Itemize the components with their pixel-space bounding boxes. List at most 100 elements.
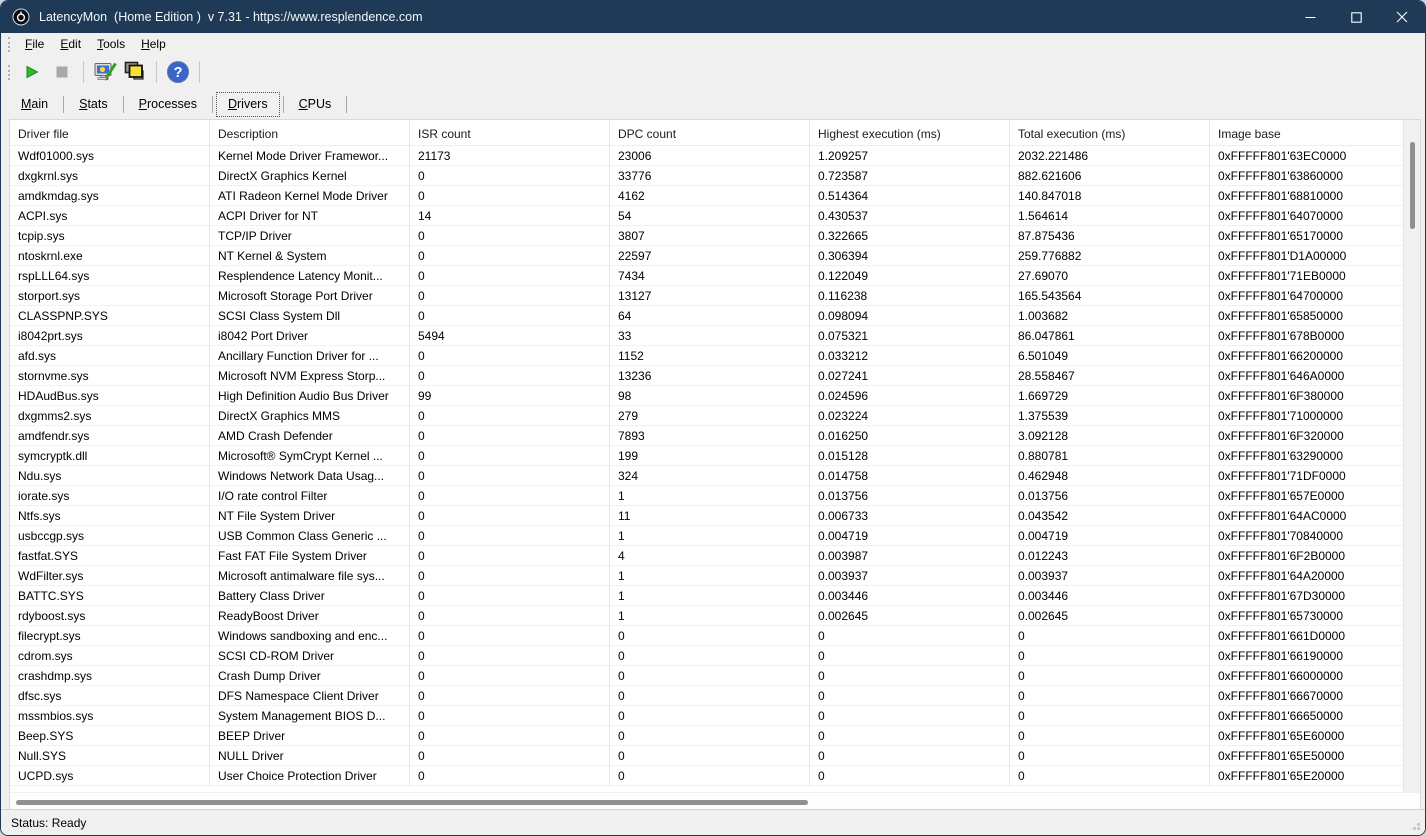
tab-stats[interactable]: Stats bbox=[67, 92, 120, 117]
table-row[interactable]: BATTC.SYS Battery Class Driver 0 1 0.003446 0… bbox=[10, 586, 1403, 606]
cell-image: 0xFFFFF801'646A0000 bbox=[1210, 366, 1403, 386]
cell-dpc: 3807 bbox=[610, 226, 810, 246]
cell-desc: SCSI CD-ROM Driver bbox=[210, 646, 410, 666]
cell-total: 0 bbox=[1010, 666, 1210, 686]
table-row[interactable]: WdFilter.sys Microsoft antimalware file s… bbox=[10, 566, 1403, 586]
cell-image: 0xFFFFF801'65E60000 bbox=[1210, 726, 1403, 746]
cell-desc: Microsoft Storage Port Driver bbox=[210, 286, 410, 306]
cell-file: amdfendr.sys bbox=[10, 426, 210, 446]
horizontal-scrollbar-thumb[interactable] bbox=[16, 800, 808, 805]
menubar-gripper[interactable] bbox=[8, 36, 12, 52]
table-row[interactable]: Wdf01000.sys Kernel Mode Driver Framewor.… bbox=[10, 146, 1403, 166]
tools-button[interactable] bbox=[90, 58, 120, 86]
cell-image: 0xFFFFF801'67D30000 bbox=[1210, 586, 1403, 606]
cell-total: 0 bbox=[1010, 646, 1210, 666]
vertical-scrollbar[interactable] bbox=[1403, 120, 1420, 792]
table-row[interactable]: rspLLL64.sys Resplendence Latency Monit..… bbox=[10, 266, 1403, 286]
cell-dpc: 0 bbox=[610, 666, 810, 686]
table-row[interactable]: usbccgp.sys USB Common Class Generic ... 0… bbox=[10, 526, 1403, 546]
table-row[interactable]: HDAudBus.sys High Definition Audio Bus Dr… bbox=[10, 386, 1403, 406]
cell-highest: 0.322665 bbox=[810, 226, 1010, 246]
maximize-button[interactable] bbox=[1333, 1, 1379, 33]
cell-file: storport.sys bbox=[10, 286, 210, 306]
table-row[interactable]: iorate.sys I/O rate control Filter 0 1 0.013… bbox=[10, 486, 1403, 506]
cell-isr: 0 bbox=[410, 606, 610, 626]
table-row[interactable]: afd.sys Ancillary Function Driver for ...… bbox=[10, 346, 1403, 366]
menu-edit[interactable]: Edit bbox=[52, 34, 89, 55]
horizontal-scrollbar[interactable] bbox=[10, 792, 1420, 810]
start-monitor-button[interactable] bbox=[17, 58, 47, 86]
tab-main[interactable]: Main bbox=[9, 92, 60, 117]
resize-grip[interactable] bbox=[1410, 820, 1420, 830]
table-row[interactable]: Beep.SYS BEEP Driver 0 0 0 0 0xFFFFF801'65E600… bbox=[10, 726, 1403, 746]
table-row[interactable]: storport.sys Microsoft Storage Port Drive… bbox=[10, 286, 1403, 306]
table-row[interactable]: Null.SYS NULL Driver 0 0 0 0 0xFFFFF801'65E500… bbox=[10, 746, 1403, 766]
header-description[interactable]: Description bbox=[210, 120, 410, 146]
windows-stack-button[interactable] bbox=[120, 58, 150, 86]
window-controls bbox=[1287, 1, 1425, 33]
cell-dpc: 0 bbox=[610, 766, 810, 786]
table-row[interactable]: dfsc.sys DFS Namespace Client Driver 0 0 0 0 0… bbox=[10, 686, 1403, 706]
table-row[interactable]: dxgkrnl.sys DirectX Graphics Kernel 0 33776… bbox=[10, 166, 1403, 186]
toolbar-gripper[interactable] bbox=[8, 64, 12, 80]
table-row[interactable]: ntoskrnl.exe NT Kernel & System 0 22597 0.30… bbox=[10, 246, 1403, 266]
table-row[interactable]: rdyboost.sys ReadyBoost Driver 0 1 0.002645 0… bbox=[10, 606, 1403, 626]
cell-total: 1.564614 bbox=[1010, 206, 1210, 226]
cell-image: 0xFFFFF801'65E20000 bbox=[1210, 766, 1403, 786]
menu-file[interactable]: File bbox=[17, 34, 52, 55]
cell-highest: 0.003937 bbox=[810, 566, 1010, 586]
app-icon bbox=[12, 8, 30, 26]
table-row[interactable]: Ndu.sys Windows Network Data Usag... 0 324 0… bbox=[10, 466, 1403, 486]
table-row[interactable]: stornvme.sys Microsoft NVM Express Storp.… bbox=[10, 366, 1403, 386]
table-row[interactable]: cdrom.sys SCSI CD-ROM Driver 0 0 0 0 0xFFFFF80… bbox=[10, 646, 1403, 666]
cell-dpc: 1 bbox=[610, 526, 810, 546]
cell-file: cdrom.sys bbox=[10, 646, 210, 666]
table-row[interactable]: tcpip.sys TCP/IP Driver 0 3807 0.322665 87.87… bbox=[10, 226, 1403, 246]
cell-image: 0xFFFFF801'65850000 bbox=[1210, 306, 1403, 326]
cell-file: ntoskrnl.exe bbox=[10, 246, 210, 266]
header-driver-file[interactable]: Driver file bbox=[10, 120, 210, 146]
header-isr-count[interactable]: ISR count bbox=[410, 120, 610, 146]
tab-cpus[interactable]: CPUs bbox=[287, 92, 344, 117]
header-highest-execution[interactable]: Highest execution (ms) bbox=[810, 120, 1010, 146]
table-row[interactable]: i8042prt.sys i8042 Port Driver 5494 33 0.075… bbox=[10, 326, 1403, 346]
cell-dpc: 33 bbox=[610, 326, 810, 346]
table-row[interactable]: Ntfs.sys NT File System Driver 0 11 0.006733… bbox=[10, 506, 1403, 526]
table-row[interactable]: filecrypt.sys Windows sandboxing and enc.… bbox=[10, 626, 1403, 646]
cell-desc: System Management BIOS D... bbox=[210, 706, 410, 726]
table-row[interactable]: fastfat.SYS Fast FAT File System Driver 0 4… bbox=[10, 546, 1403, 566]
cell-dpc: 64 bbox=[610, 306, 810, 326]
table-row[interactable]: crashdmp.sys Crash Dump Driver 0 0 0 0 0xFFFFF… bbox=[10, 666, 1403, 686]
cell-file: Beep.SYS bbox=[10, 726, 210, 746]
table-row[interactable]: CLASSPNP.SYS SCSI Class System Dll 0 64 0.09… bbox=[10, 306, 1403, 326]
cell-highest: 0.014758 bbox=[810, 466, 1010, 486]
tab-drivers[interactable]: Drivers bbox=[215, 91, 280, 117]
stop-monitor-button[interactable] bbox=[47, 58, 77, 86]
vertical-scrollbar-thumb[interactable] bbox=[1410, 142, 1415, 229]
minimize-button[interactable] bbox=[1287, 1, 1333, 33]
close-button[interactable] bbox=[1379, 1, 1425, 33]
table-row[interactable]: amdkmdag.sys ATI Radeon Kernel Mode Drive… bbox=[10, 186, 1403, 206]
table-row[interactable]: symcryptk.dll Microsoft® SymCrypt Kernel … bbox=[10, 446, 1403, 466]
menu-tools[interactable]: Tools bbox=[89, 34, 133, 55]
menu-help[interactable]: Help bbox=[133, 34, 174, 55]
help-button[interactable]: ? bbox=[163, 58, 193, 86]
cell-highest: 0.122049 bbox=[810, 266, 1010, 286]
tab-processes[interactable]: Processes bbox=[127, 92, 209, 117]
table-row[interactable]: UCPD.sys User Choice Protection Driver 0 0 0… bbox=[10, 766, 1403, 786]
cell-total: 259.776882 bbox=[1010, 246, 1210, 266]
header-image-base[interactable]: Image base bbox=[1210, 120, 1403, 146]
table-row[interactable]: ACPI.sys ACPI Driver for NT 14 54 0.430537 1.… bbox=[10, 206, 1403, 226]
cell-total: 86.047861 bbox=[1010, 326, 1210, 346]
table-row[interactable]: mssmbios.sys System Management BIOS D... 0… bbox=[10, 706, 1403, 726]
header-total-execution[interactable]: Total execution (ms) bbox=[1010, 120, 1210, 146]
table-row[interactable]: amdfendr.sys AMD Crash Defender 0 7893 0.016… bbox=[10, 426, 1403, 446]
table-row[interactable]: dxgmms2.sys DirectX Graphics MMS 0 279 0.023… bbox=[10, 406, 1403, 426]
cell-total: 0 bbox=[1010, 746, 1210, 766]
cell-isr: 0 bbox=[410, 406, 610, 426]
header-dpc-count[interactable]: DPC count bbox=[610, 120, 810, 146]
cell-file: usbccgp.sys bbox=[10, 526, 210, 546]
cell-image: 0xFFFFF801'65E50000 bbox=[1210, 746, 1403, 766]
cell-dpc: 324 bbox=[610, 466, 810, 486]
cell-total: 27.69070 bbox=[1010, 266, 1210, 286]
